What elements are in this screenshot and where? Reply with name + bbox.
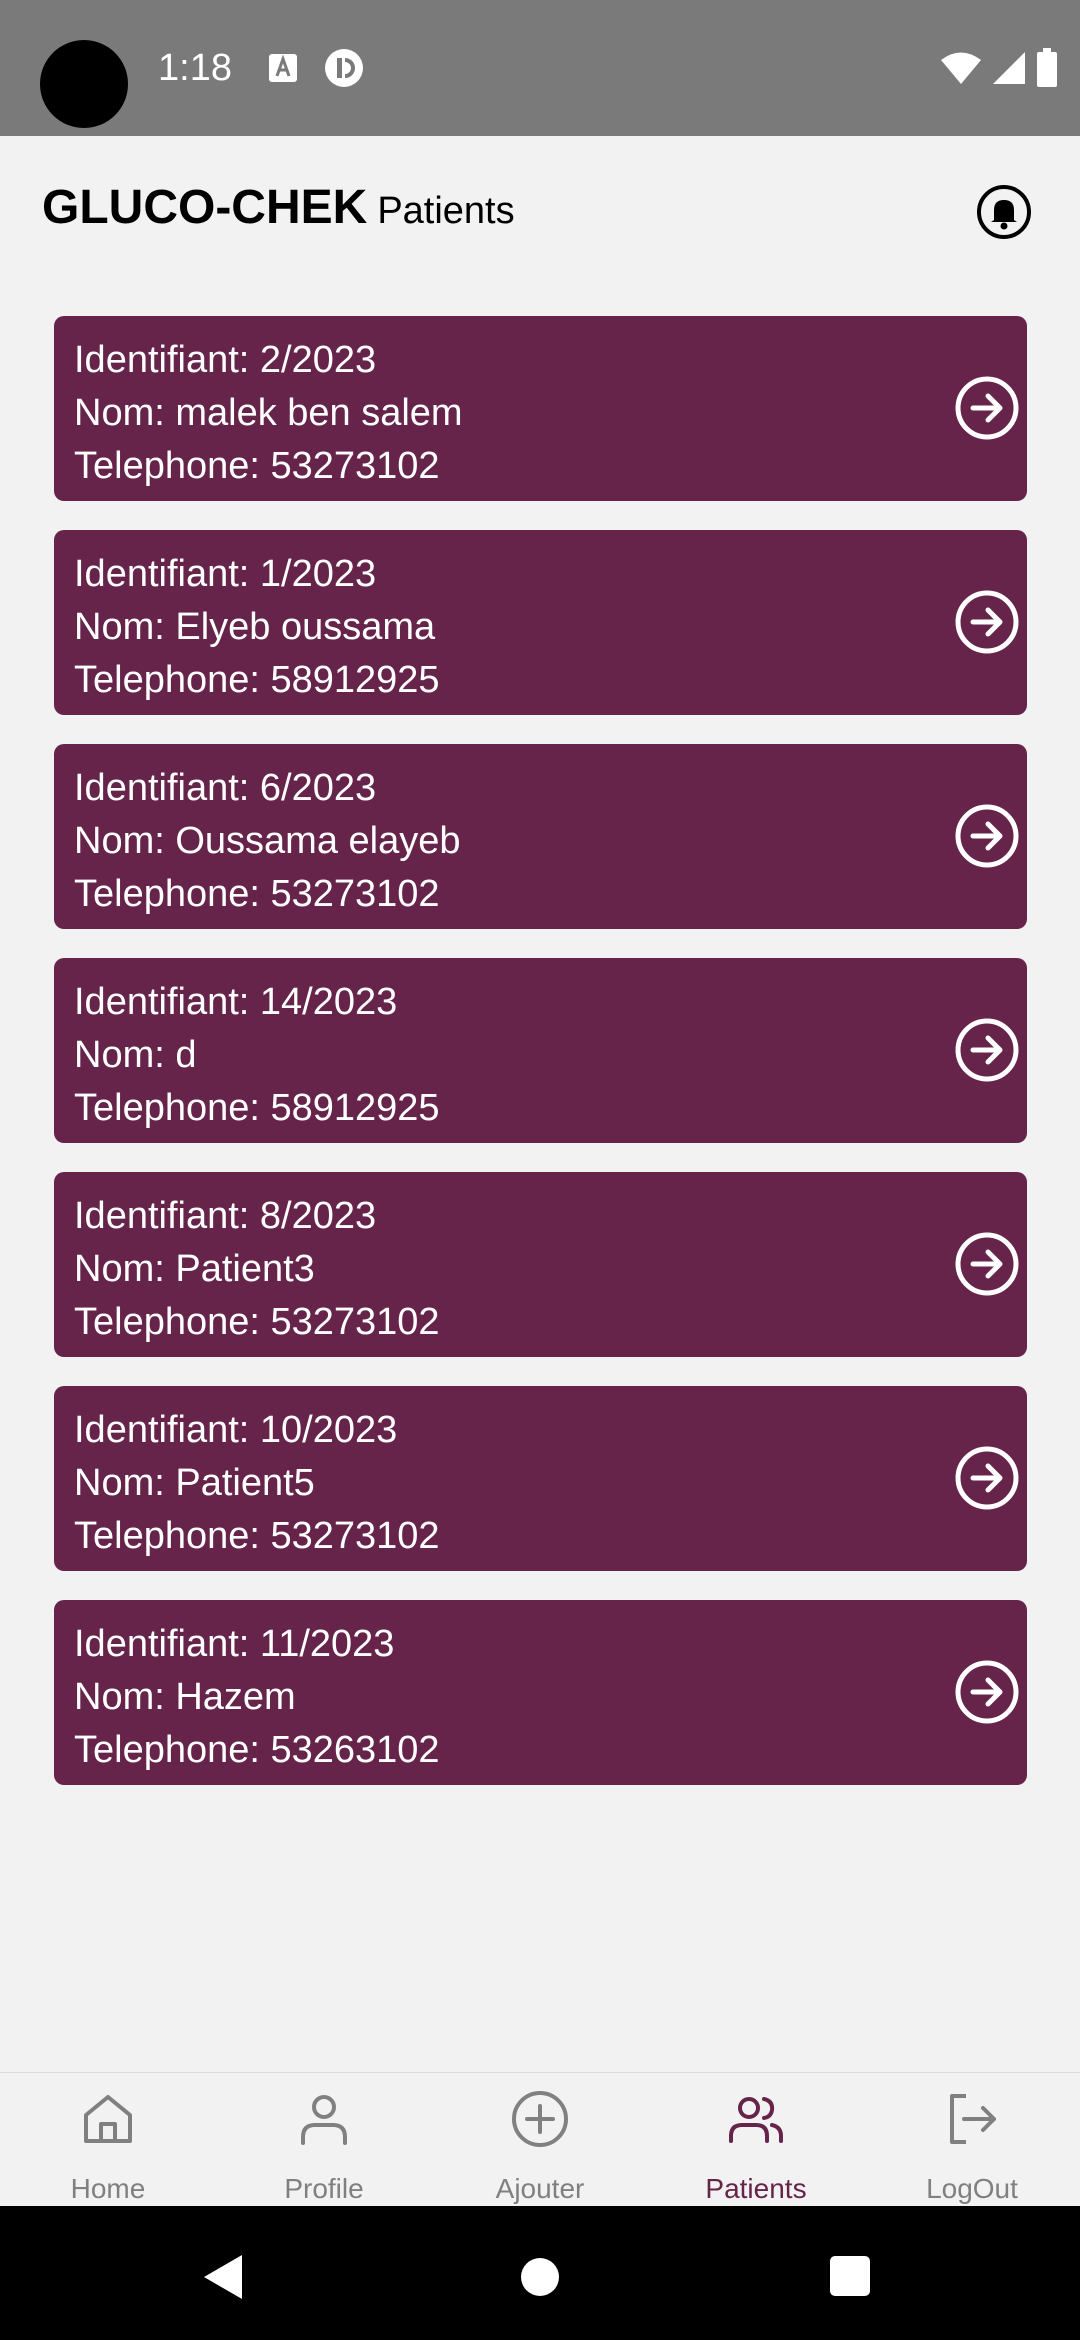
notification-bell-icon[interactable] (976, 184, 1032, 240)
patient-name: Nom: Oussama elayeb (74, 820, 461, 862)
arrow-right-circle-icon[interactable] (953, 588, 1021, 656)
arrow-right-circle-icon[interactable] (953, 1230, 1021, 1298)
patient-phone: Telephone: 58912925 (74, 1087, 440, 1129)
nav-item-logout[interactable]: LogOut (864, 2073, 1080, 2207)
patient-phone: Telephone: 53273102 (74, 1301, 440, 1343)
patient-id: Identifiant: 11/2023 (74, 1623, 395, 1665)
patient-name: Nom: malek ben salem (74, 392, 463, 434)
patient-phone: Telephone: 53273102 (74, 445, 440, 487)
recents-button[interactable] (830, 2256, 870, 2296)
patient-card[interactable]: Identifiant: 11/2023 Nom: Hazem Telephon… (54, 1600, 1027, 1785)
patient-phone: Telephone: 53273102 (74, 873, 440, 915)
page-title: Patients (377, 190, 515, 232)
back-icon[interactable] (202, 2254, 244, 2300)
patient-card[interactable]: Identifiant: 10/2023 Nom: Patient5 Telep… (54, 1386, 1027, 1571)
cellular-signal-icon (993, 52, 1025, 84)
add-circle-icon (512, 2091, 568, 2147)
nav-item-profile[interactable]: Profile (216, 2073, 432, 2207)
patient-id: Identifiant: 8/2023 (74, 1195, 377, 1237)
patient-name: Nom: Hazem (74, 1676, 296, 1718)
patient-card[interactable]: Identifiant: 14/2023 Nom: d Telephone: 5… (54, 958, 1027, 1143)
patient-card[interactable]: Identifiant: 8/2023 Nom: Patient3 Teleph… (54, 1172, 1027, 1357)
patient-card[interactable]: Identifiant: 6/2023 Nom: Oussama elayeb … (54, 744, 1027, 929)
patient-name: Nom: Patient5 (74, 1462, 315, 1504)
app-header: GLUCO-CHEK Patients (42, 180, 515, 235)
arrow-right-circle-icon[interactable] (953, 1658, 1021, 1726)
status-time: 1:18 (158, 47, 232, 89)
patient-id: Identifiant: 6/2023 (74, 767, 377, 809)
patient-card[interactable]: Identifiant: 1/2023 Nom: Elyeb oussama T… (54, 530, 1027, 715)
camera-cutout (40, 40, 128, 128)
patient-id: Identifiant: 10/2023 (74, 1409, 398, 1451)
status-indicators (940, 48, 1058, 88)
patient-name: Nom: d (74, 1034, 197, 1076)
system-nav-bar (0, 2206, 1080, 2340)
nav-item-home[interactable]: Home (0, 2073, 216, 2207)
patient-phone: Telephone: 53263102 (74, 1729, 440, 1771)
arrow-right-circle-icon[interactable] (953, 374, 1021, 442)
patient-id: Identifiant: 14/2023 (74, 981, 398, 1023)
patient-list: Identifiant: 2/2023 Nom: malek ben salem… (54, 316, 1027, 1814)
status-bar: 1:18 (0, 0, 1080, 136)
wifi-icon (941, 52, 981, 84)
patient-id: Identifiant: 1/2023 (74, 553, 377, 595)
nav-label-ajouter: Ajouter (495, 2173, 585, 2204)
nav-item-ajouter[interactable]: Ajouter (432, 2073, 648, 2207)
nav-label-patients: Patients (705, 2173, 807, 2204)
patient-phone: Telephone: 58912925 (74, 659, 440, 701)
nav-label-logout: LogOut (926, 2173, 1018, 2204)
home-button[interactable] (521, 2258, 559, 2296)
patient-card[interactable]: Identifiant: 2/2023 Nom: malek ben salem… (54, 316, 1027, 501)
arrow-right-circle-icon[interactable] (953, 802, 1021, 870)
nav-label-home: Home (70, 2173, 146, 2204)
bottom-nav: Home Profile Ajouter Patients LogOut (0, 2072, 1080, 2207)
app-notification-icon (325, 49, 363, 87)
people-icon (729, 2097, 783, 2143)
patient-id: Identifiant: 2/2023 (74, 339, 377, 381)
person-icon (301, 2095, 347, 2145)
nav-item-patients[interactable]: Patients (648, 2073, 864, 2207)
nav-label-profile: Profile (284, 2173, 364, 2204)
patient-name: Nom: Patient3 (74, 1248, 315, 1290)
logout-icon (950, 2094, 996, 2144)
app-title: GLUCO-CHEK (42, 181, 368, 234)
patient-name: Nom: Elyeb oussama (74, 606, 436, 648)
battery-icon (1037, 48, 1057, 87)
keyboard-notification-icon (269, 54, 297, 82)
arrow-right-circle-icon[interactable] (953, 1016, 1021, 1084)
arrow-right-circle-icon[interactable] (953, 1444, 1021, 1512)
home-icon (84, 2095, 132, 2143)
patient-phone: Telephone: 53273102 (74, 1515, 440, 1557)
